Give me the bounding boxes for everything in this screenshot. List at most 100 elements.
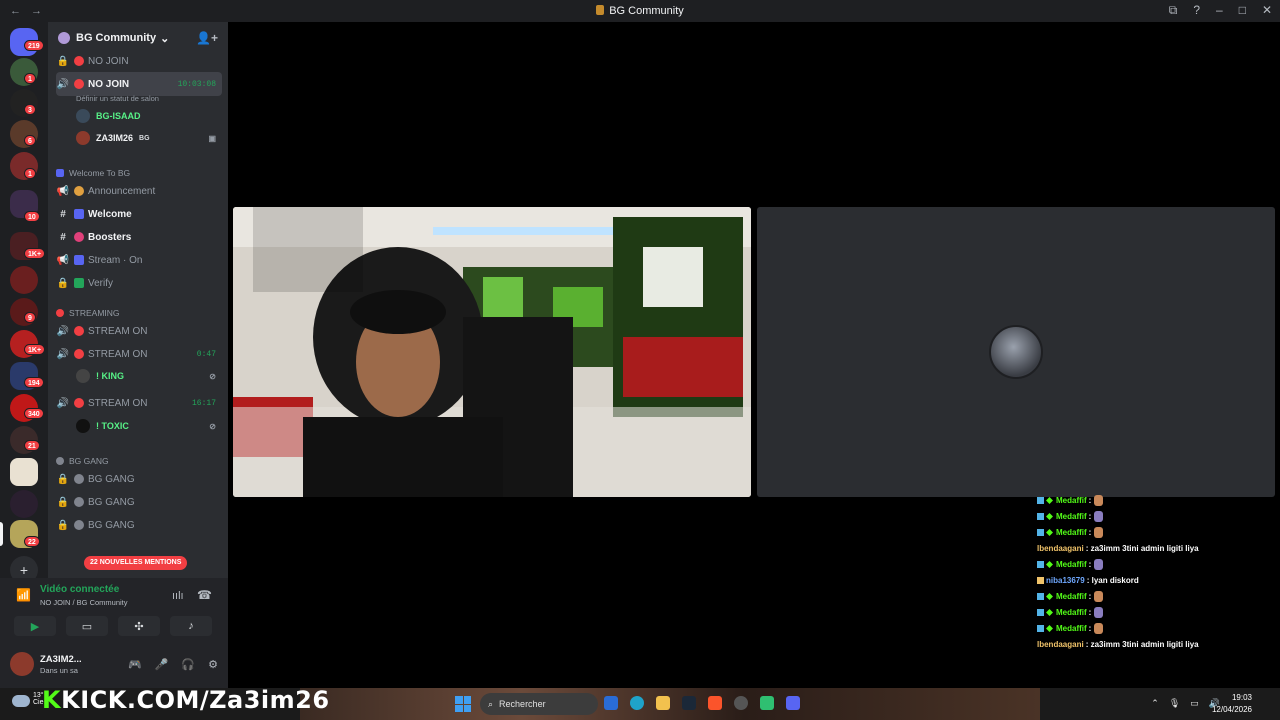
voice-timer: 10:03:08: [177, 79, 216, 89]
voice-channel-stream-on[interactable]: 🔊 STREAM ON 0:47: [56, 344, 222, 364]
voice-location[interactable]: NO JOIN / BG Community: [40, 598, 128, 607]
forward-arrow-icon[interactable]: →: [31, 5, 42, 17]
server-icon[interactable]: [10, 266, 38, 294]
camera-icon: ▣: [208, 133, 216, 143]
back-arrow-icon[interactable]: ←: [10, 5, 21, 17]
username[interactable]: ZA3IM2...: [40, 654, 82, 665]
chat-message: Medaffif:: [1037, 620, 1277, 636]
chevron-up-icon[interactable]: ⌃: [1151, 698, 1159, 709]
new-mentions-banner[interactable]: 22 NOUVELLES MENTIONS: [84, 556, 188, 570]
gamepad-icon[interactable]: 🎮: [128, 658, 142, 671]
help-icon[interactable]: ?: [1193, 3, 1200, 18]
channel-status-prompt[interactable]: Définir un statut de salon: [76, 94, 159, 103]
avatar: [76, 369, 90, 383]
edge-icon[interactable]: [630, 696, 644, 710]
emote-icon: [1094, 622, 1104, 634]
chrome-icon[interactable]: [734, 696, 748, 710]
badge: 21: [24, 440, 40, 451]
gear-icon[interactable]: ⚙: [208, 658, 218, 671]
voice-channel-stream-on[interactable]: 🔊 STREAM ON 16:17: [56, 393, 222, 413]
no-entry-icon: [74, 79, 84, 89]
category-bg-gang[interactable]: BG GANG: [56, 456, 109, 466]
microphone-icon[interactable]: 🎤: [155, 658, 169, 671]
speaker-icon: 🔊: [56, 397, 70, 409]
voice-channel-bg-gang[interactable]: 🔒 BG GANG: [56, 492, 222, 512]
minimize-icon[interactable]: –: [1216, 3, 1223, 18]
chat-message: lbendaagani: za3imm 3tini admin ligiti l…: [1037, 543, 1199, 553]
participant-avatar: [989, 325, 1043, 379]
selected-server-indicator: [0, 522, 3, 546]
voice-user[interactable]: ! TOXIC ⊘: [76, 416, 222, 436]
voice-user[interactable]: BG-ISAAD: [76, 106, 222, 126]
chat-message: Medaffif:: [1037, 556, 1277, 572]
soundboard-button[interactable]: ♪: [170, 616, 212, 636]
voice-channel-bg-gang[interactable]: 🔒 BG GANG: [56, 515, 222, 535]
voice-user[interactable]: ! KING ⊘: [76, 366, 222, 386]
disconnect-icon[interactable]: ☎: [197, 588, 212, 602]
channel-announcement[interactable]: 📢 Announcement: [56, 181, 222, 201]
discord-icon[interactable]: [786, 696, 800, 710]
server-icon[interactable]: [10, 490, 38, 518]
voice-status[interactable]: Vidéo connectée: [40, 584, 119, 595]
sub-badge-icon: [1046, 560, 1053, 568]
taskbar-search[interactable]: ⌕ Rechercher: [480, 693, 598, 715]
channel-stream-on[interactable]: 📢 Stream · On: [56, 250, 222, 270]
invite-people-icon[interactable]: 👤+: [196, 31, 218, 45]
app-icon[interactable]: [760, 696, 774, 710]
screen-share-button[interactable]: ▭: [66, 616, 108, 636]
lock-icon: 🔒: [56, 519, 70, 531]
app-icon[interactable]: [604, 696, 618, 710]
brave-icon[interactable]: [708, 696, 722, 710]
folder-icon[interactable]: [656, 696, 670, 710]
speaker-icon: 🔊: [56, 325, 70, 337]
emote-icon: [1094, 590, 1104, 602]
category-emoji-icon: [56, 457, 64, 465]
badge: 1K+: [24, 248, 46, 259]
video-tile-audio[interactable]: [757, 207, 1275, 497]
voice-user[interactable]: ZA3IM26 BG ▣: [76, 128, 222, 148]
screen-share-icon[interactable]: ⧉: [1169, 3, 1178, 18]
close-icon[interactable]: ✕: [1262, 3, 1272, 18]
server-icon[interactable]: [10, 458, 38, 486]
category-welcome[interactable]: Welcome To BG: [56, 168, 130, 178]
steam-icon[interactable]: [682, 696, 696, 710]
voice-channel-stream-on[interactable]: 🔊 STREAM ON: [56, 321, 222, 341]
microphone-icon[interactable]: 🎙: [1169, 698, 1180, 709]
badge-icon: [1037, 592, 1044, 600]
avatar: [76, 131, 90, 145]
sub-badge-icon: [1046, 592, 1053, 600]
channel-emoji-icon: [74, 209, 84, 219]
channel-welcome[interactable]: # Welcome: [56, 204, 222, 224]
no-entry-icon: [74, 56, 84, 66]
channel-verify[interactable]: 🔒 Verify: [56, 273, 222, 293]
network-icon[interactable]: ▭: [1190, 698, 1199, 709]
server-header[interactable]: BG Community ⌄ 👤+: [48, 22, 228, 54]
start-button-icon[interactable]: [455, 696, 471, 712]
chat-message: lbendaagani: za3imm 3tini admin ligiti l…: [1037, 639, 1199, 649]
voice-channel-bg-gang[interactable]: 🔒 BG GANG: [56, 469, 222, 489]
video-tile-camera[interactable]: [233, 207, 751, 497]
voice-channel-no-join[interactable]: 🔒 NO JOIN: [56, 51, 222, 71]
camera-button[interactable]: ▶: [14, 616, 56, 636]
window-title: BG Community: [0, 5, 1280, 17]
chat-message: Medaffif:: [1037, 604, 1277, 620]
avatar[interactable]: [10, 652, 34, 676]
badge: 9: [24, 312, 36, 323]
system-clock[interactable]: 19:03 12/04/2026: [1212, 692, 1252, 716]
speaker-icon: 🔊: [56, 348, 70, 360]
sub-badge-icon: [1046, 528, 1053, 536]
channel-boosters[interactable]: # Boosters: [56, 227, 222, 247]
category-streaming[interactable]: STREAMING: [56, 308, 120, 318]
channel-emoji-icon: [74, 497, 84, 507]
signal-icon[interactable]: 📶: [16, 588, 31, 602]
maximize-icon[interactable]: □: [1239, 3, 1246, 18]
activities-button[interactable]: ✣: [118, 616, 160, 636]
headphones-icon[interactable]: 🎧: [181, 658, 195, 671]
lock-icon: 🔒: [56, 55, 70, 67]
noise-suppression-icon[interactable]: ıılı: [172, 590, 184, 602]
weather-icon[interactable]: [12, 695, 30, 707]
muted-icon: ⊘: [209, 421, 216, 431]
voice-channel-no-join-active[interactable]: 🔊 NO JOIN 10:03:08: [56, 72, 222, 96]
voice-connection-panel: 📶 Vidéo connectée NO JOIN / BG Community…: [0, 578, 228, 688]
lock-icon: 🔒: [56, 277, 70, 289]
